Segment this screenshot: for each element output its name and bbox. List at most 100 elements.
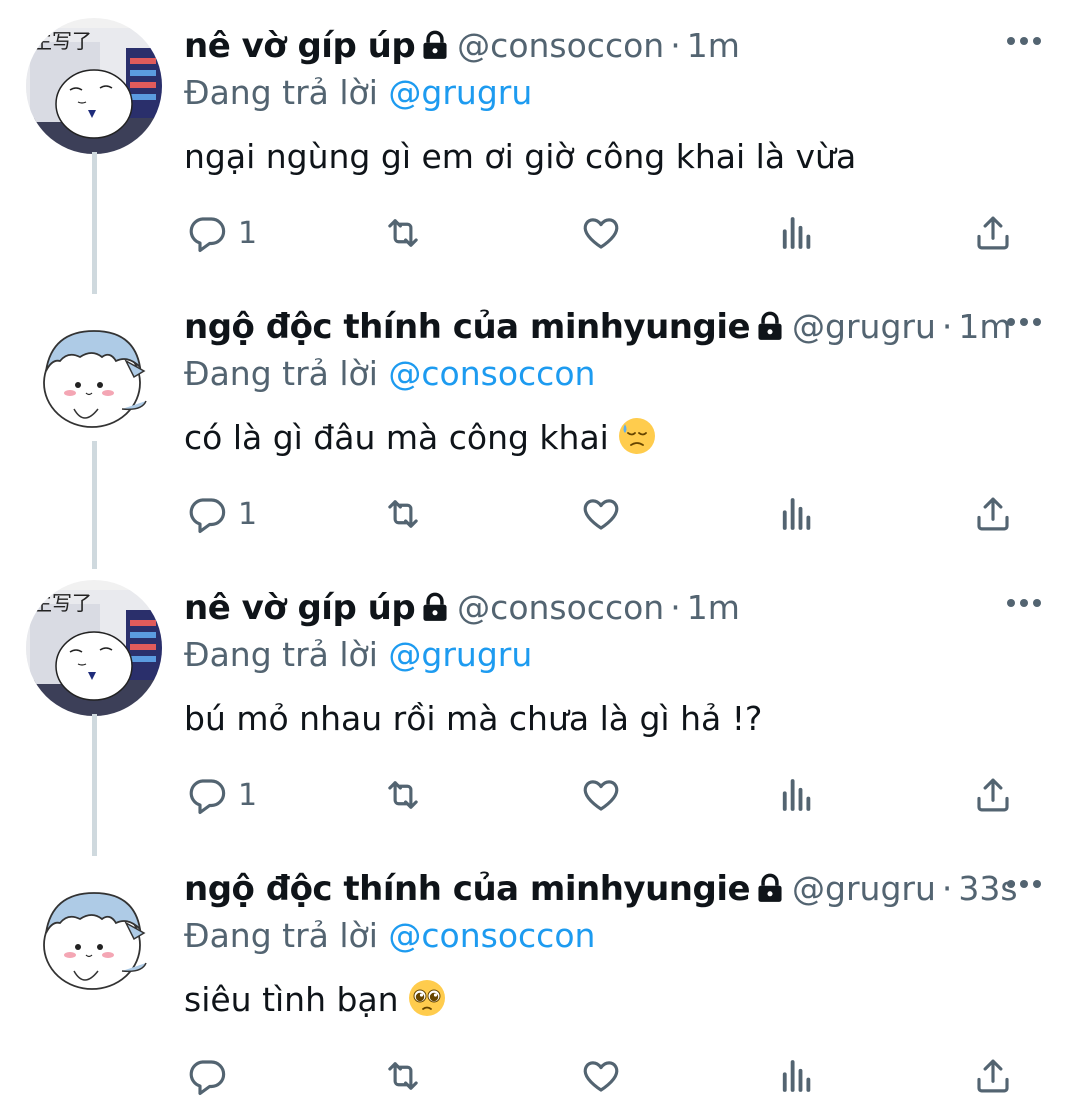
views-chart-icon: [782, 779, 811, 811]
avatar[interactable]: [26, 305, 162, 441]
reply-button[interactable]: 1: [186, 210, 257, 256]
retweet-button[interactable]: [382, 210, 424, 256]
user-handle[interactable]: @consoccon: [457, 588, 664, 627]
heart-icon: [583, 780, 619, 811]
replying-to: Đang trả lời @grugru: [184, 70, 532, 116]
retweet-icon: [388, 781, 418, 809]
reply-button[interactable]: 1: [186, 491, 257, 537]
replying-to: Đang trả lời @consoccon: [184, 351, 595, 397]
reply-count: 1: [238, 777, 258, 813]
replying-to-label: Đang trả lời: [184, 635, 378, 674]
reply-icon: [189, 1060, 226, 1096]
reply-icon: [189, 498, 226, 534]
views-chart-icon: [782, 498, 811, 530]
replying-to-label: Đang trả lời: [184, 354, 378, 393]
like-button[interactable]: [580, 210, 622, 256]
more-options-icon[interactable]: [1006, 315, 1042, 329]
like-button[interactable]: [580, 772, 622, 818]
retweet-icon: [388, 500, 418, 528]
tweet-text-content: siêu tình bạn: [184, 980, 399, 1019]
tweet-header: ngộ độc thính của minhyungie @grugru · 33s: [184, 863, 1018, 915]
more-options-icon[interactable]: [1006, 596, 1042, 610]
tweet[interactable]: ngộ độc thính của minhyungie @grugru · 1m Đ…: [0, 281, 1080, 569]
share-button[interactable]: [972, 210, 1014, 256]
avatar-2-icon: [26, 305, 162, 441]
retweet-button[interactable]: [382, 772, 424, 818]
views-button[interactable]: [776, 1053, 818, 1099]
display-name[interactable]: ngộ độc thính của minhyungie: [184, 869, 751, 909]
share-icon: [977, 216, 1009, 250]
share-icon: [977, 1059, 1009, 1093]
share-button[interactable]: [972, 772, 1014, 818]
views-chart-icon: [782, 217, 811, 249]
display-name[interactable]: nê vờ gíp úp: [184, 588, 416, 628]
retweet-icon: [388, 1062, 418, 1090]
display-name[interactable]: nê vờ gíp úp: [184, 26, 416, 66]
share-icon: [977, 497, 1009, 531]
timestamp[interactable]: 1m: [687, 588, 740, 627]
reply-button[interactable]: [186, 1053, 238, 1099]
separator-dot: ·: [941, 869, 953, 908]
user-handle[interactable]: @grugru: [792, 869, 936, 908]
tweet-text: ngại ngùng gì em ơi giờ công khai là vừa: [184, 132, 856, 182]
retweet-icon: [388, 219, 418, 247]
views-button[interactable]: [776, 772, 818, 818]
retweet-button[interactable]: [382, 1053, 424, 1099]
heart-icon: [583, 1061, 619, 1092]
user-handle[interactable]: @grugru: [792, 307, 936, 346]
separator-dot: ·: [670, 26, 681, 65]
protected-lock-icon: [758, 873, 782, 902]
reply-icon: [189, 779, 226, 815]
tweet[interactable]: 生写了 nê vờ gíp úp @consoccon · 1m Đang trả l…: [0, 562, 1080, 856]
protected-lock-icon: [758, 311, 782, 340]
replying-to: Đang trả lời @grugru: [184, 632, 532, 678]
avatar[interactable]: 生写了: [26, 18, 162, 154]
reply-button[interactable]: 1: [186, 772, 257, 818]
tweet-header: nê vờ gíp úp @consoccon · 1m: [184, 582, 990, 634]
tweet-header: nê vờ gíp úp @consoccon · 1m: [184, 20, 990, 72]
replying-to: Đang trả lời @consoccon: [184, 913, 595, 959]
avatar-2-icon: [26, 867, 162, 1003]
like-button[interactable]: [580, 491, 622, 537]
protected-lock-icon: [423, 30, 447, 59]
share-button[interactable]: [972, 491, 1014, 537]
user-handle[interactable]: @consoccon: [457, 26, 664, 65]
display-name[interactable]: ngộ độc thính của minhyungie: [184, 307, 751, 347]
replying-to-mention[interactable]: @grugru: [388, 635, 532, 674]
replying-to-mention[interactable]: @grugru: [388, 73, 532, 112]
views-button[interactable]: [776, 491, 818, 537]
retweet-button[interactable]: [382, 491, 424, 537]
separator-dot: ·: [670, 588, 681, 627]
svg-text:生写了: 生写了: [32, 591, 92, 615]
reply-count: 1: [238, 496, 258, 532]
tweet-text-content: có là gì đâu mà công khai: [184, 418, 609, 457]
avatar-1-icon: 生写了: [26, 580, 162, 716]
tweet-text-content: bú mỏ nhau rồi mà chưa là gì hả !?: [184, 699, 763, 738]
replying-to-mention[interactable]: @consoccon: [388, 916, 595, 955]
share-icon: [977, 778, 1009, 812]
more-options-icon[interactable]: [1006, 34, 1042, 48]
tweet[interactable]: ngộ độc thính của minhyungie @grugru · 33s …: [0, 843, 1080, 1113]
like-button[interactable]: [580, 1053, 622, 1099]
tweet-text-content: ngại ngùng gì em ơi giờ công khai là vừa: [184, 137, 857, 176]
heart-icon: [583, 218, 619, 249]
avatar[interactable]: [26, 867, 162, 1003]
replying-to-mention[interactable]: @consoccon: [388, 354, 595, 393]
separator-dot: ·: [941, 307, 953, 346]
tweet-actions: 1: [0, 210, 1080, 260]
replying-to-label: Đang trả lời: [184, 916, 378, 955]
avatar[interactable]: 生写了: [26, 580, 162, 716]
heart-icon: [583, 499, 619, 530]
pleading-face-icon: [408, 980, 445, 1016]
share-button[interactable]: [972, 1053, 1014, 1099]
tweet[interactable]: 生写了 nê vờ gíp úp @consoccon · 1m Đang trả l…: [0, 0, 1080, 294]
tweet-actions: [0, 1053, 1080, 1103]
views-chart-icon: [782, 1060, 811, 1092]
tweet-text: có là gì đâu mà công khai: [184, 413, 657, 463]
timestamp[interactable]: 1m: [687, 26, 740, 65]
views-button[interactable]: [776, 210, 818, 256]
tweet-header: ngộ độc thính của minhyungie @grugru · 1m: [184, 301, 1012, 353]
reply-count: 1: [238, 215, 258, 251]
timestamp[interactable]: 1m: [958, 307, 1011, 346]
more-options-icon[interactable]: [1006, 877, 1042, 891]
